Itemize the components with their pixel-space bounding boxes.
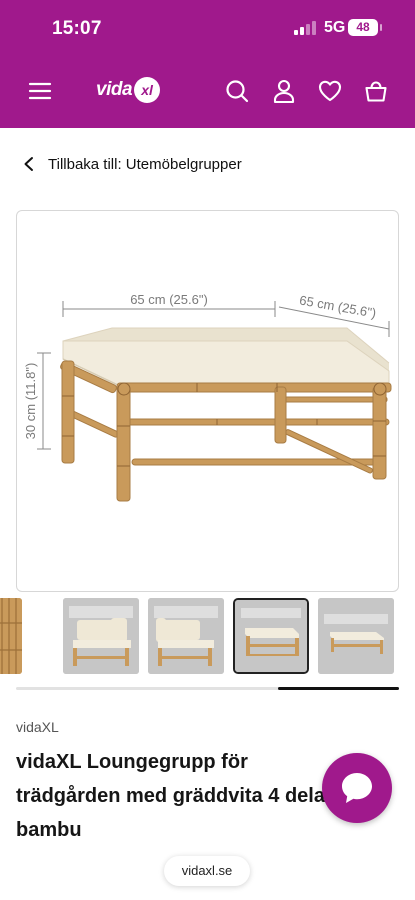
logo-badge: xl [134,77,161,103]
thumbnail-strip [0,598,415,676]
heart-icon[interactable] [317,78,343,104]
chevron-left-icon [24,157,33,171]
product-title: vidaXL Loungegrupp för trädgården med gr… [16,751,333,841]
app-header-background: 15:07 5G 48 vida xl [0,0,415,128]
signal-icon [294,21,318,35]
depth-dimension-label: 65 cm (25.6") [298,292,377,320]
logo-text: vida [96,79,133,100]
site-header: vida xl [0,56,415,128]
product-page: 15:07 5G 48 vida xl Tillbaka till: Utemö… [0,0,415,900]
back-link[interactable]: Tillbaka till: Utemöbelgrupper [22,152,242,176]
main-product-image[interactable]: 65 cm (25.6") 65 cm (25.6") 30 cm (11.8"… [16,210,399,592]
thumbnail-image-selected[interactable] [233,598,309,674]
width-dimension-label: 65 cm (25.6") [130,292,208,307]
product-brand[interactable]: vidaXL [16,719,59,735]
thumbnail-image[interactable] [0,598,22,674]
back-link-label: Tillbaka till: Utemöbelgrupper [48,155,242,173]
basket-icon[interactable] [363,78,389,104]
status-time: 15:07 [52,18,102,39]
thumbnail-scrollbar-thumb[interactable] [278,687,399,690]
thumbnail-image[interactable] [148,598,224,674]
network-type: 5G [324,19,346,36]
search-icon[interactable] [224,78,250,104]
thumbnail-scrollbar[interactable] [16,687,399,690]
browser-url-pill[interactable]: vidaxl.se [164,856,250,886]
user-icon[interactable] [271,78,297,104]
chat-bubble-icon [342,773,372,803]
height-dimension-label: 30 cm (11.8") [23,363,38,440]
chat-button[interactable] [322,753,392,823]
status-bar: 15:07 5G 48 [0,0,415,56]
vidaxl-logo[interactable]: vida xl [96,74,161,106]
thumbnail-image[interactable] [63,598,139,674]
thumbnail-image[interactable] [318,598,394,674]
bamboo-ottoman-illustration: 65 cm (25.6") 65 cm (25.6") 30 cm (11.8"… [23,292,392,502]
menu-icon[interactable] [27,78,53,104]
battery-icon: 48 [348,19,382,36]
